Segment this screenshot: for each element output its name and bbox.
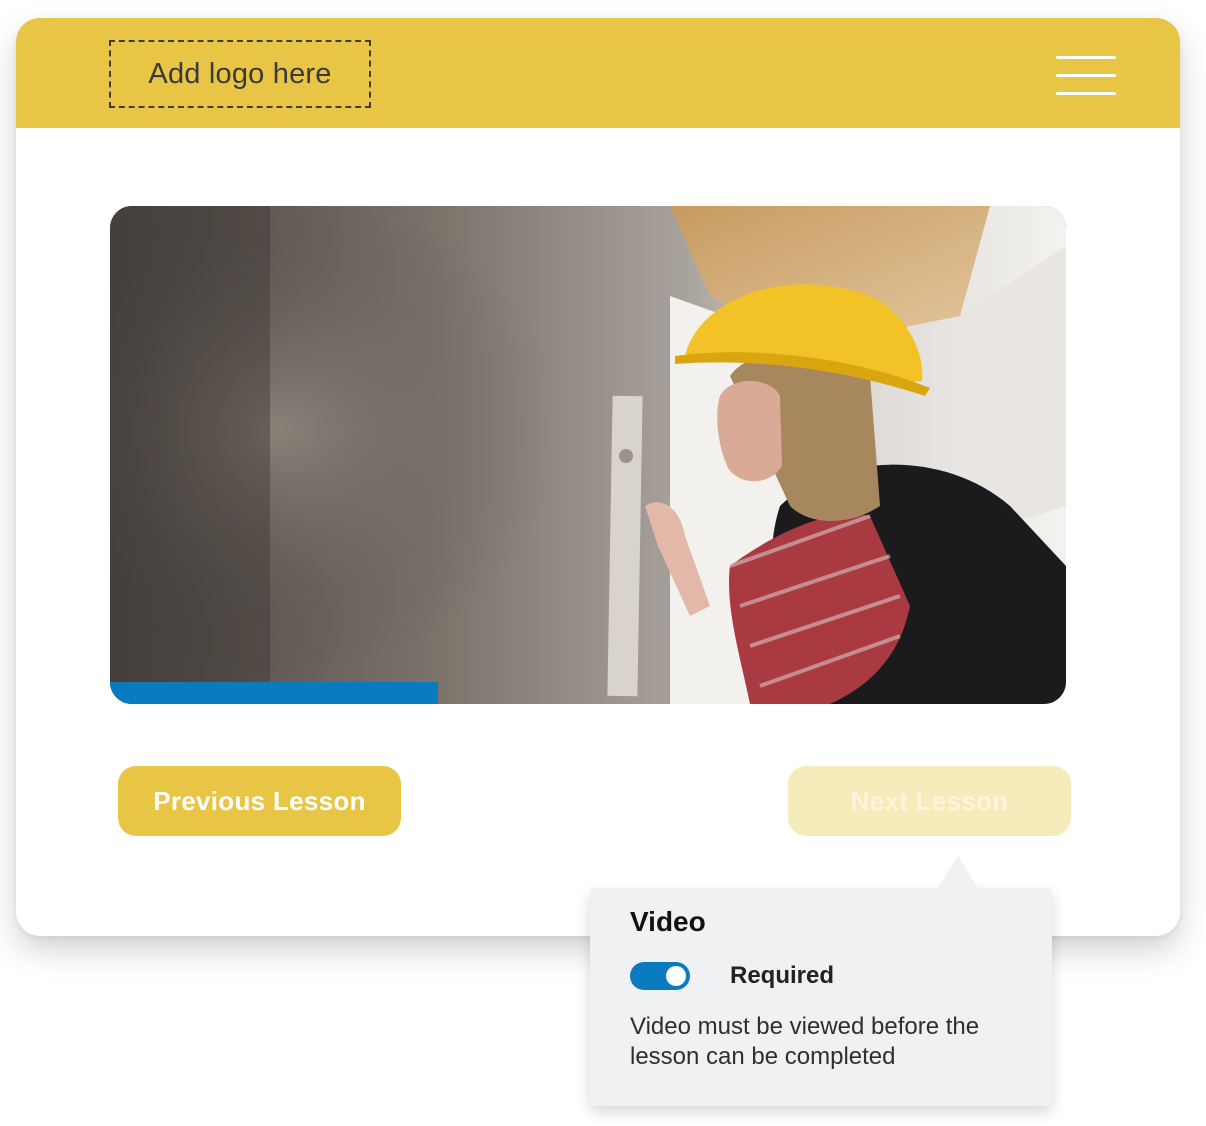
menu-line	[1056, 92, 1116, 95]
toggle-knob	[666, 966, 686, 986]
popover-title: Video	[630, 906, 706, 937]
logo-placeholder[interactable]: Add logo here	[109, 40, 371, 108]
video-progress-track[interactable]	[110, 682, 1066, 704]
menu-line	[1056, 74, 1116, 77]
popover-arrow	[938, 856, 978, 888]
video-player[interactable]	[110, 206, 1066, 704]
video-progress-fill	[110, 682, 438, 704]
popover-description: Video must be viewed before the lesson c…	[630, 1013, 980, 1070]
video-thumbnail	[110, 206, 1066, 704]
previous-lesson-button[interactable]: Previous Lesson	[118, 766, 401, 836]
lesson-card: Add logo here Previous Lesson Next Lesso…	[16, 18, 1180, 936]
hamburger-menu-icon[interactable]	[1056, 56, 1118, 96]
required-label: Required	[730, 962, 835, 989]
next-lesson-button[interactable]: Next Lesson	[788, 766, 1071, 836]
menu-line	[1056, 56, 1116, 59]
video-settings-popover: Video Required Video must be viewed befo…	[590, 856, 1052, 1106]
header-bar: Add logo here	[16, 18, 1180, 128]
required-toggle[interactable]	[630, 962, 690, 990]
